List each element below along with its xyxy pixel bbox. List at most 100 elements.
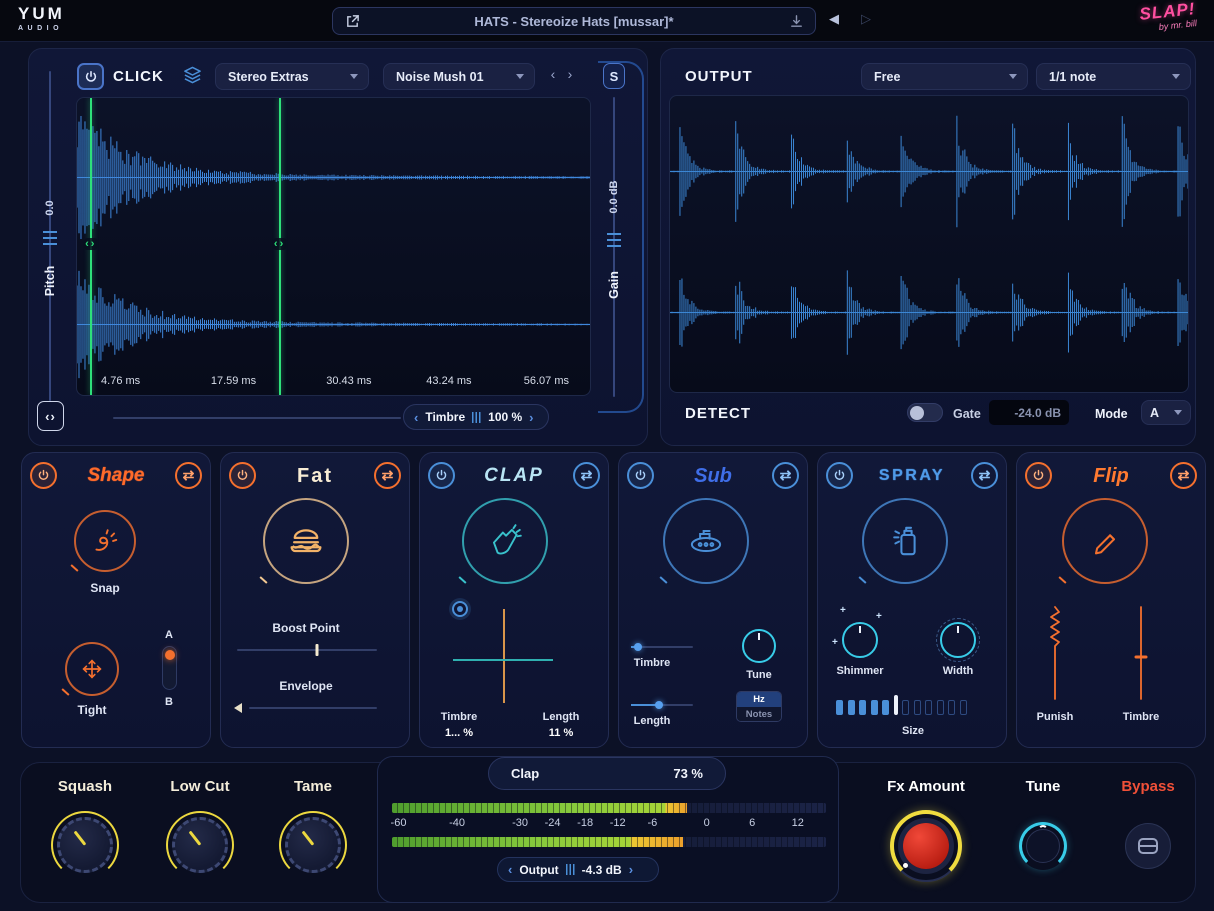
size-segment[interactable] xyxy=(960,700,967,715)
tame-label: Tame xyxy=(273,778,353,795)
mode-dropdown[interactable]: A xyxy=(1141,400,1191,425)
clap-knob[interactable] xyxy=(462,498,548,584)
spray-knob[interactable] xyxy=(862,498,948,584)
clap-mode-radio[interactable] xyxy=(452,601,468,617)
next-sample-button[interactable]: › xyxy=(563,66,577,82)
click-waveform-svg xyxy=(77,98,590,395)
sub-timbre-slider[interactable] xyxy=(631,646,693,648)
click-power-button[interactable] xyxy=(77,63,104,90)
tame-knob[interactable] xyxy=(284,816,342,874)
slap-logo: SLAP! by mr. bill xyxy=(1139,0,1198,34)
bypass-button[interactable] xyxy=(1125,823,1171,869)
sub-knob[interactable] xyxy=(663,498,749,584)
increment-icon[interactable]: › xyxy=(629,862,633,877)
sync-dropdown[interactable]: Free xyxy=(861,63,1028,90)
gate-toggle[interactable] xyxy=(907,403,943,422)
envelope-slider[interactable] xyxy=(249,707,377,709)
output-waveform-svg xyxy=(670,96,1188,392)
squash-knob[interactable] xyxy=(56,816,114,874)
hz-notes-toggle[interactable]: Hz Notes xyxy=(736,691,782,722)
size-segment[interactable] xyxy=(902,700,909,715)
next-preset-button[interactable]: ▷ xyxy=(861,11,871,27)
pitch-slider-handle[interactable] xyxy=(43,231,57,247)
size-segment[interactable] xyxy=(914,700,921,715)
knob-pointer xyxy=(1038,825,1048,835)
size-handle[interactable] xyxy=(894,695,898,715)
prev-preset-button[interactable]: ◀ xyxy=(829,11,839,27)
fat-randomize-button[interactable]: ⇄ xyxy=(374,462,401,489)
module-sub: Sub ⇄ Timbre Tune Hz Notes Length xyxy=(618,452,808,748)
xy-pad-horizontal-axis[interactable] xyxy=(453,659,553,661)
drag-grip-icon[interactable] xyxy=(566,864,575,875)
flip-randomize-button[interactable]: ⇄ xyxy=(1170,462,1197,489)
size-segment[interactable] xyxy=(848,700,855,715)
sub-length-handle[interactable] xyxy=(655,701,663,709)
clap-randomize-button[interactable]: ⇄ xyxy=(573,462,600,489)
click-waveform[interactable]: 4.76 ms17.59 ms30.43 ms43.24 ms56.07 ms … xyxy=(76,97,591,396)
gate-threshold-field[interactable]: -24.0 dB xyxy=(989,400,1069,425)
decrement-icon[interactable]: ‹ xyxy=(508,862,512,877)
xy-pad-vertical-axis[interactable] xyxy=(503,609,505,703)
knob-ring xyxy=(65,642,119,696)
width-knob[interactable] xyxy=(940,622,976,658)
gain-slider-handle[interactable] xyxy=(607,233,621,249)
meter-tick: 12 xyxy=(792,817,804,829)
decrement-icon[interactable]: ‹ xyxy=(414,410,418,425)
size-segment[interactable] xyxy=(937,700,944,715)
snap-knob[interactable] xyxy=(74,510,136,572)
ab-toggle[interactable] xyxy=(162,646,177,690)
note-dropdown[interactable]: 1/1 note xyxy=(1036,63,1191,90)
click-sample-dropdown[interactable]: Noise Mush 01 xyxy=(383,63,535,90)
click-category-dropdown[interactable]: Stereo Extras xyxy=(215,63,369,90)
fx-amount-knob[interactable] xyxy=(890,810,962,882)
lowcut-knob[interactable] xyxy=(171,816,229,874)
knob-body xyxy=(903,823,949,869)
hz-option[interactable]: Hz xyxy=(737,692,781,707)
click-solo-button[interactable]: S xyxy=(603,63,625,89)
size-segment[interactable] xyxy=(882,700,889,715)
tune-knob[interactable] xyxy=(1019,822,1067,870)
fat-knob[interactable] xyxy=(263,498,349,584)
sub-randomize-button[interactable]: ⇄ xyxy=(772,462,799,489)
shimmer-knob[interactable] xyxy=(842,622,878,658)
flip-timbre-slider[interactable] xyxy=(1134,605,1148,701)
punish-slider[interactable] xyxy=(1048,605,1062,701)
flip-knob[interactable] xyxy=(1062,498,1148,584)
sub-timbre-label: Timbre xyxy=(621,657,683,669)
size-segment[interactable] xyxy=(948,700,955,715)
export-icon[interactable] xyxy=(343,12,361,30)
download-icon[interactable] xyxy=(787,12,805,30)
spray-randomize-button[interactable]: ⇄ xyxy=(971,462,998,489)
timbre-slider-track[interactable] xyxy=(113,417,401,419)
marker-handle-icon[interactable]: ‹› xyxy=(84,238,97,250)
size-segment[interactable] xyxy=(859,700,866,715)
boost-point-slider[interactable] xyxy=(237,649,377,651)
prev-sample-button[interactable]: ‹ xyxy=(546,66,560,82)
shape-randomize-button[interactable]: ⇄ xyxy=(175,462,202,489)
preset-bar[interactable]: HATS - Stereoize Hats [mussar]* xyxy=(332,7,816,35)
size-segment[interactable] xyxy=(836,700,843,715)
clap-amount-label: Clap xyxy=(511,766,539,781)
output-gain-slider[interactable]: ‹ Output -4.3 dB › xyxy=(497,857,659,882)
marker-handle-icon[interactable]: ‹› xyxy=(273,238,286,250)
drag-grip-icon[interactable] xyxy=(472,412,481,423)
size-meter[interactable] xyxy=(836,693,967,715)
layers-icon[interactable] xyxy=(183,66,202,89)
timbre-slider[interactable]: ‹ Timbre 100 % › xyxy=(403,404,549,430)
playhead-marker[interactable]: ‹› xyxy=(279,98,281,395)
notes-option[interactable]: Notes xyxy=(737,707,781,722)
tight-knob[interactable] xyxy=(65,642,119,696)
size-segment[interactable] xyxy=(871,700,878,715)
increment-icon[interactable]: › xyxy=(529,410,533,425)
boost-point-handle[interactable] xyxy=(315,644,318,656)
sub-tune-knob[interactable] xyxy=(742,629,776,663)
width-dashed-ring xyxy=(936,618,980,662)
zoom-fit-button[interactable]: ‹› xyxy=(37,401,64,431)
bypass-label: Bypass xyxy=(1108,778,1188,795)
playhead-marker[interactable]: ‹› xyxy=(90,98,92,395)
envelope-handle-icon[interactable] xyxy=(234,703,242,713)
sub-timbre-handle[interactable] xyxy=(634,643,642,651)
clap-amount-slider[interactable]: Clap 73 % xyxy=(488,757,726,790)
sub-length-slider[interactable] xyxy=(631,704,693,706)
size-segment[interactable] xyxy=(925,700,932,715)
